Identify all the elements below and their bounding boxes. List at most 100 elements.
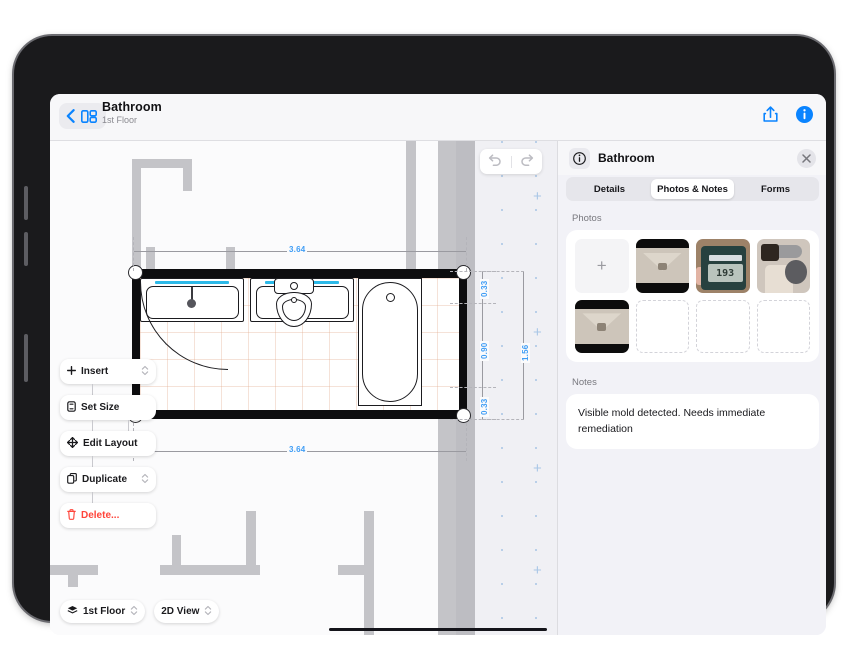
dim-label-bottom-width: 3.64 [287,445,308,454]
share-icon[interactable] [762,105,779,128]
move-arrows-icon [66,436,79,451]
photo-detail [709,255,742,261]
dim-extension [482,271,524,272]
tab-photos-and-notes[interactable]: Photos & Notes [651,179,734,199]
room-corner-handle[interactable] [456,408,471,423]
tab-forms[interactable]: Forms [734,179,817,199]
grid-panel: + + + + [475,141,557,635]
info-circle-icon[interactable] [796,105,813,128]
context-wall [246,511,256,575]
set-size-button[interactable]: Set Size [60,395,156,431]
grid-plus-icon: + [533,460,542,477]
resize-icon [67,400,76,415]
view-mode-picker[interactable]: 2D View [154,600,220,623]
room-corner-handle[interactable] [456,265,471,280]
grid-plus-icon: + [533,324,542,341]
photo-slot-empty[interactable] [696,299,750,353]
delete-label: Delete... [81,510,120,521]
volume-up-button[interactable] [24,186,28,220]
edit-layout-label: Edit Layout [83,438,138,449]
undo-arrow-icon [488,153,502,171]
duplicate-button[interactable]: Duplicate [60,467,156,503]
tablet-device-frame: Bathroom 1st Floor + + + + 3.64 3.64 0.3… [14,36,834,635]
room-interior [140,278,459,410]
rail-connector [92,456,93,467]
context-wall [183,159,192,191]
photo-image [756,239,810,293]
bathtub[interactable] [358,278,422,406]
dim-extension [450,303,496,304]
chevron-updown-icon[interactable] [204,605,212,619]
dot-grid [475,141,557,635]
notes-text-field[interactable]: Visible mold detected. Needs immediate r… [566,394,819,449]
edit-layout-button[interactable]: Edit Layout [60,431,156,467]
inspector-tabs: Details Photos & Notes Forms [566,177,819,201]
dim-label-right-total: 1.56 [521,342,530,363]
photo-image [575,299,629,353]
photo-detail [760,244,779,262]
rail-connector [92,384,93,395]
photo-thumbnail[interactable] [756,239,810,293]
layers-icon [67,605,78,619]
add-photo-button[interactable]: + [575,239,629,293]
photo-thumbnail[interactable] [575,299,629,353]
photo-detail [597,323,607,331]
context-wall [160,565,260,575]
undo-button[interactable] [480,153,511,171]
dim-extension [466,423,467,461]
tab-details[interactable]: Details [568,179,651,199]
photos-section: Photos + 193 [558,213,826,362]
meter-reading: 193 [707,264,743,283]
inspector-panel: Bathroom Details Photos & Notes Forms Ph… [557,141,826,635]
chevron-updown-icon[interactable] [141,473,149,487]
room-wall-right [459,269,467,419]
photo-image [635,239,689,293]
chevron-updown-icon[interactable] [130,605,138,619]
inspector-title: Bathroom [598,151,655,165]
photo-slot-empty[interactable] [635,299,689,353]
room-corner-handle[interactable] [128,265,143,280]
close-icon[interactable] [797,148,816,168]
canvas-bottom-controls: 1st Floor 2D View [60,600,220,623]
photo-detail [785,260,807,284]
chevron-updown-icon[interactable] [141,365,149,379]
floorplan-canvas[interactable]: + + + + 3.64 3.64 0.33 0.90 0.33 1.56 In… [50,141,557,635]
photo-detail: 193 [701,246,747,291]
dim-label-top-width: 3.64 [287,245,308,254]
toilet-flush-ring [290,282,298,290]
delete-button[interactable]: Delete... [60,503,156,528]
undo-redo-group [480,149,542,174]
notes-section: Notes Visible mold detected. Needs immed… [558,377,826,449]
trash-icon [67,508,76,523]
back-button[interactable] [59,103,106,129]
photo-thumbnail[interactable] [635,239,689,293]
rail-connector [92,492,93,503]
nav-title-block: Bathroom 1st Floor [102,100,162,125]
room-wall-bottom [132,410,467,419]
dim-label-right-middle: 0.90 [480,340,489,361]
toilet-bolt-ring [291,297,297,303]
photo-detail [657,262,667,271]
home-indicator[interactable] [329,627,547,631]
photo-image: 193 [696,239,750,293]
toilet[interactable] [270,278,318,328]
rail-connector [128,420,129,431]
insert-button[interactable]: Insert [60,359,156,395]
dim-extension [482,419,524,420]
floor-picker[interactable]: 1st Floor [60,600,146,623]
photos-section-label: Photos [572,213,602,224]
selected-room[interactable] [128,265,471,423]
power-button[interactable] [24,334,28,382]
grid-plus-icon: + [533,562,542,579]
photo-slot-empty[interactable] [756,299,810,353]
photo-thumbnail[interactable]: 193 [696,239,750,293]
view-mode-label: 2D View [161,606,200,617]
inspector-header: Bathroom [558,141,826,175]
top-navigation-bar: Bathroom 1st Floor [50,94,826,141]
redo-button[interactable] [512,153,543,171]
rail-connector [92,420,93,431]
volume-down-button[interactable] [24,232,28,266]
bathtub-drain-ring [386,293,395,302]
app-screen: Bathroom 1st Floor + + + + 3.64 3.64 0.3… [50,94,826,635]
context-wall [406,141,416,275]
